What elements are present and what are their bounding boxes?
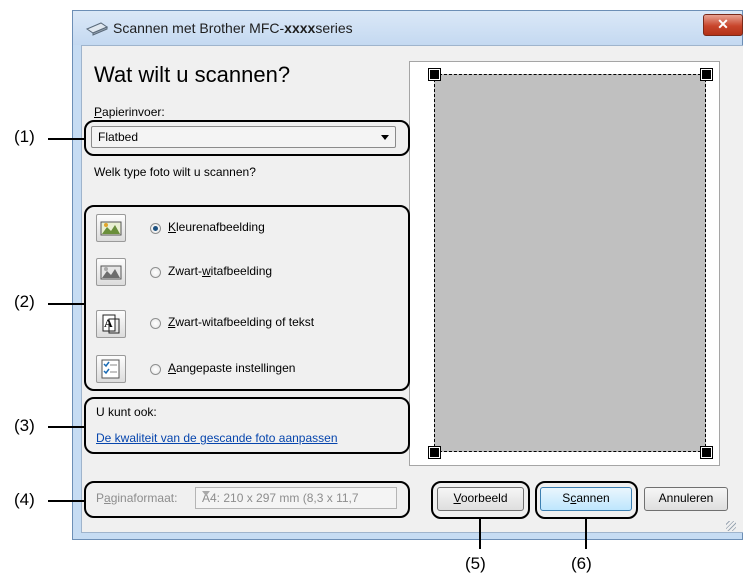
paper-source-label: Papierinvoer: [94,105,165,119]
crop-handle-bottom-right[interactable] [700,446,713,459]
resize-grip-icon[interactable] [726,521,736,531]
page-title: Wat wilt u scannen? [94,62,291,87]
highlight-5 [431,481,530,519]
callout-3: (3) [14,416,35,435]
leader-1 [48,138,84,140]
leader-3 [48,426,84,428]
crop-handle-top-left[interactable] [428,68,441,81]
scanner-icon [85,22,109,36]
window-title: Scannen met Brother MFC-xxxxseries [113,20,353,36]
highlight-6 [535,481,638,519]
close-icon: ✕ [717,16,729,32]
highlight-3 [84,397,410,454]
leader-2 [48,303,84,305]
callout-5: (5) [465,554,486,573]
highlight-2 [84,205,410,391]
crop-handle-top-right[interactable] [700,68,713,81]
leader-4 [48,500,84,502]
highlight-1 [84,120,410,156]
photo-type-question: Welk type foto wilt u scannen? [94,165,256,179]
callout-4: (4) [14,490,35,509]
callout-1: (1) [14,127,35,146]
crop-handle-bottom-left[interactable] [428,446,441,459]
callout-6: (6) [571,554,592,573]
highlight-4 [84,481,410,518]
cancel-button[interactable]: Annuleren [644,487,728,511]
leader-6 [585,519,587,549]
scan-region[interactable] [434,74,706,452]
callout-2: (2) [14,292,35,311]
leader-5 [479,519,481,549]
title-bar[interactable]: Scannen met Brother MFC-xxxxseries ✕ [73,11,743,45]
close-button[interactable]: ✕ [703,14,743,36]
